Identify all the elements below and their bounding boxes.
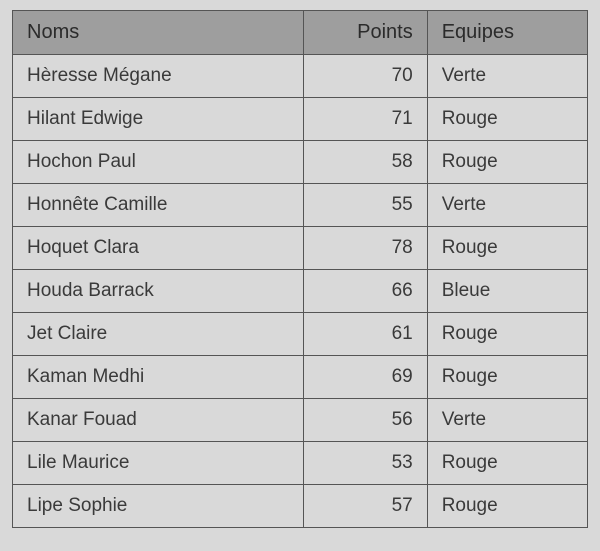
table-row: Hochon Paul 58 Rouge [13, 141, 588, 184]
cell-points: 53 [303, 442, 427, 485]
table-row: Hoquet Clara 78 Rouge [13, 227, 588, 270]
table-row: Lile Maurice 53 Rouge [13, 442, 588, 485]
cell-name: Hèresse Mégane [13, 55, 304, 98]
table-container: Noms Points Equipes Hèresse Mégane 70 Ve… [0, 0, 600, 528]
table-row: Kaman Medhi 69 Rouge [13, 356, 588, 399]
cell-points: 70 [303, 55, 427, 98]
cell-team: Verte [427, 55, 587, 98]
cell-name: Houda Barrack [13, 270, 304, 313]
cell-points: 69 [303, 356, 427, 399]
cell-points: 57 [303, 485, 427, 528]
table-row: Jet Claire 61 Rouge [13, 313, 588, 356]
header-name: Noms [13, 11, 304, 55]
cell-name: Hochon Paul [13, 141, 304, 184]
cell-points: 55 [303, 184, 427, 227]
cell-name: Kaman Medhi [13, 356, 304, 399]
cell-team: Rouge [427, 442, 587, 485]
table-row: Hèresse Mégane 70 Verte [13, 55, 588, 98]
header-points: Points [303, 11, 427, 55]
cell-points: 58 [303, 141, 427, 184]
table-row: Houda Barrack 66 Bleue [13, 270, 588, 313]
cell-name: Hoquet Clara [13, 227, 304, 270]
cell-points: 66 [303, 270, 427, 313]
header-team: Equipes [427, 11, 587, 55]
cell-points: 78 [303, 227, 427, 270]
cell-name: Jet Claire [13, 313, 304, 356]
table-row: Kanar Fouad 56 Verte [13, 399, 588, 442]
cell-name: Lipe Sophie [13, 485, 304, 528]
cell-team: Rouge [427, 313, 587, 356]
cell-team: Bleue [427, 270, 587, 313]
cell-name: Kanar Fouad [13, 399, 304, 442]
cell-name: Hilant Edwige [13, 98, 304, 141]
table-row: Lipe Sophie 57 Rouge [13, 485, 588, 528]
table-row: Honnête Camille 55 Verte [13, 184, 588, 227]
cell-team: Rouge [427, 227, 587, 270]
cell-name: Lile Maurice [13, 442, 304, 485]
cell-team: Rouge [427, 141, 587, 184]
cell-points: 56 [303, 399, 427, 442]
cell-team: Rouge [427, 98, 587, 141]
cell-name: Honnête Camille [13, 184, 304, 227]
cell-team: Rouge [427, 485, 587, 528]
scores-table: Noms Points Equipes Hèresse Mégane 70 Ve… [12, 10, 588, 528]
cell-team: Verte [427, 184, 587, 227]
cell-points: 71 [303, 98, 427, 141]
table-header-row: Noms Points Equipes [13, 11, 588, 55]
cell-team: Rouge [427, 356, 587, 399]
cell-points: 61 [303, 313, 427, 356]
table-row: Hilant Edwige 71 Rouge [13, 98, 588, 141]
cell-team: Verte [427, 399, 587, 442]
